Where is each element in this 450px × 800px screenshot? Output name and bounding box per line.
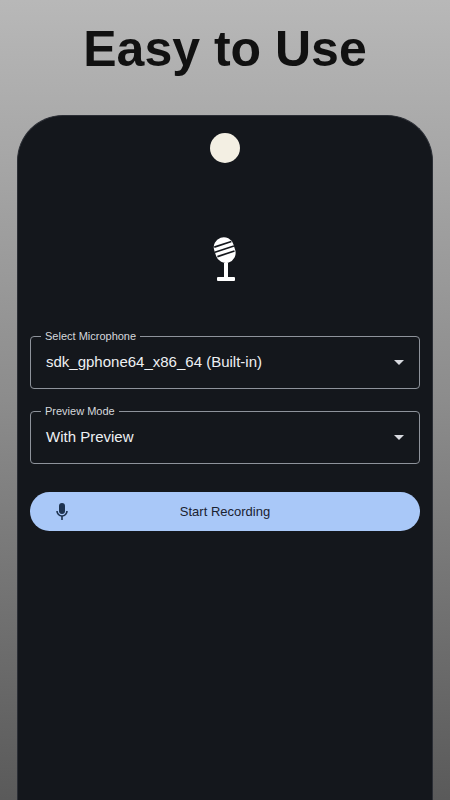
settings-form: Select Microphonesdk_gphone64_x86_64 (Bu… (30, 336, 420, 464)
camera-dot (210, 133, 240, 163)
start-recording-button[interactable]: Start Recording (30, 492, 420, 531)
headline-area: Easy to Use (0, 0, 450, 115)
select-field[interactable]: Preview ModeWith Preview (30, 411, 420, 464)
button-label: Start Recording (68, 502, 394, 522)
field-value: sdk_gphone64_x86_64 (Built-in) (46, 351, 385, 374)
microphone-icon (208, 235, 242, 283)
select-field[interactable]: Select Microphonesdk_gphone64_x86_64 (Bu… (30, 336, 420, 389)
microphone-icon (56, 503, 68, 521)
dropdown-arrow-icon[interactable] (393, 359, 405, 366)
phone-frame: Select Microphone sdk_gphone64_x86_64 (Bu… (17, 115, 433, 800)
field-label: Preview Mode (41, 404, 119, 418)
field-label: Select Microphone (41, 329, 140, 343)
headline: Easy to Use (83, 22, 366, 77)
dropdown-arrow-icon[interactable] (393, 434, 405, 441)
field-value: With Preview (46, 426, 385, 449)
